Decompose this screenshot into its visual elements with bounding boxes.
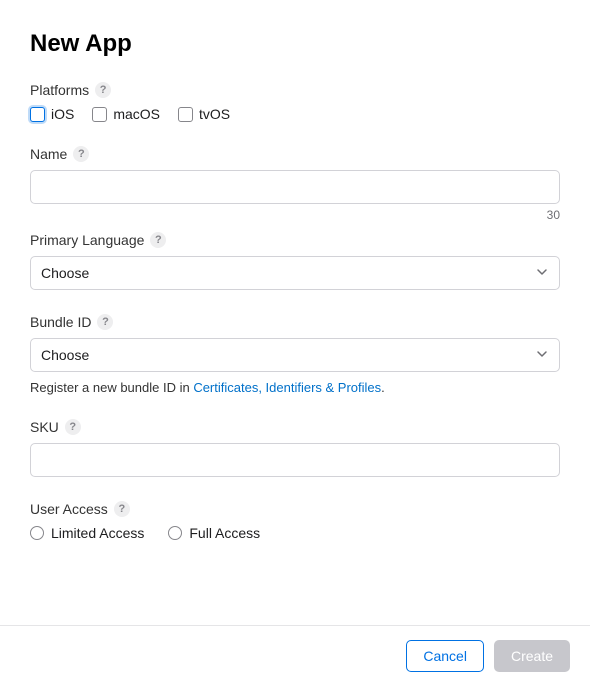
- sku-input[interactable]: [30, 443, 560, 477]
- sku-field: SKU ?: [30, 419, 560, 477]
- primary-language-label: Primary Language: [30, 232, 144, 248]
- checkbox-box: [30, 107, 45, 122]
- checkbox-label: tvOS: [199, 106, 230, 122]
- platform-ios-checkbox[interactable]: iOS: [30, 106, 74, 122]
- name-char-counter: 30: [30, 208, 560, 222]
- help-icon[interactable]: ?: [114, 501, 130, 517]
- hint-prefix: Register a new bundle ID in: [30, 380, 193, 395]
- primary-language-select[interactable]: Choose: [30, 256, 560, 290]
- radio-label: Limited Access: [51, 525, 144, 541]
- hint-suffix: .: [381, 380, 385, 395]
- full-access-radio[interactable]: Full Access: [168, 525, 260, 541]
- select-value: Choose: [41, 265, 89, 281]
- sku-label: SKU: [30, 419, 59, 435]
- help-icon[interactable]: ?: [95, 82, 111, 98]
- radio-circle: [30, 526, 44, 540]
- help-icon[interactable]: ?: [65, 419, 81, 435]
- primary-language-field: Primary Language ? Choose: [30, 232, 560, 290]
- bundle-id-field: Bundle ID ? Choose Register a new bundle…: [30, 314, 560, 395]
- checkbox-box: [178, 107, 193, 122]
- page-title: New App: [30, 30, 560, 58]
- help-icon[interactable]: ?: [97, 314, 113, 330]
- checkbox-label: macOS: [113, 106, 160, 122]
- cancel-button[interactable]: Cancel: [406, 640, 484, 672]
- platforms-field: Platforms ? iOS macOS tvOS: [30, 82, 560, 122]
- radio-circle: [168, 526, 182, 540]
- bundle-id-label: Bundle ID: [30, 314, 91, 330]
- name-input[interactable]: [30, 170, 560, 204]
- select-value: Choose: [41, 347, 89, 363]
- create-button[interactable]: Create: [494, 640, 570, 672]
- help-icon[interactable]: ?: [150, 232, 166, 248]
- certificates-link[interactable]: Certificates, Identifiers & Profiles: [193, 380, 381, 395]
- name-label: Name: [30, 146, 67, 162]
- platform-macos-checkbox[interactable]: macOS: [92, 106, 160, 122]
- help-icon[interactable]: ?: [73, 146, 89, 162]
- user-access-field: User Access ? Limited Access Full Access: [30, 501, 560, 541]
- bundle-id-select[interactable]: Choose: [30, 338, 560, 372]
- checkbox-label: iOS: [51, 106, 74, 122]
- radio-label: Full Access: [189, 525, 260, 541]
- name-field: Name ? 30: [30, 146, 560, 222]
- bundle-id-hint: Register a new bundle ID in Certificates…: [30, 380, 560, 395]
- footer: Cancel Create: [0, 625, 590, 686]
- platform-tvos-checkbox[interactable]: tvOS: [178, 106, 230, 122]
- platforms-label: Platforms: [30, 82, 89, 98]
- limited-access-radio[interactable]: Limited Access: [30, 525, 144, 541]
- user-access-label: User Access: [30, 501, 108, 517]
- checkbox-box: [92, 107, 107, 122]
